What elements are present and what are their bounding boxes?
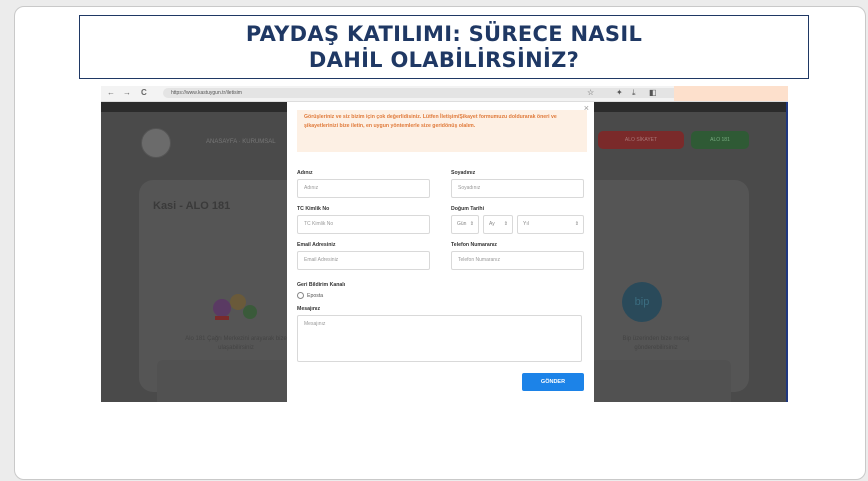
tc-label: TC Kimlik No bbox=[297, 206, 330, 212]
window-icon[interactable]: ◧ bbox=[649, 88, 657, 97]
chevron-down-icon: ⇕ bbox=[469, 221, 474, 227]
peach-highlight bbox=[674, 86, 788, 101]
slide-title: PAYDAŞ KATILIMI: SÜRECE NASIL DAHİL OLAB… bbox=[245, 22, 643, 72]
browser-toolbar: ← → C https://www.kastuygun.tr/iletisim … bbox=[101, 86, 788, 102]
back-arrow-icon[interactable]: ← bbox=[107, 88, 115, 97]
page-edge bbox=[786, 102, 788, 402]
forward-arrow-icon[interactable]: → bbox=[123, 88, 131, 97]
right-tile bbox=[591, 360, 731, 402]
star-icon[interactable]: ☆ bbox=[587, 88, 594, 97]
surname-label: Soyadınız bbox=[451, 170, 476, 176]
chevron-down-icon: ⇕ bbox=[574, 221, 579, 227]
hotline-button[interactable]: ALO 181 bbox=[691, 131, 749, 149]
birth-day-value: Gün bbox=[457, 221, 467, 227]
extension-icon[interactable]: ✦ bbox=[616, 88, 623, 97]
left-tile bbox=[157, 360, 297, 402]
channel-label: Geri Bildirim Kanalı bbox=[297, 282, 346, 288]
surname-input[interactable]: Soyadınız bbox=[451, 179, 584, 198]
phone-label: Telefon Numaranız bbox=[451, 242, 498, 248]
reload-icon[interactable]: C bbox=[141, 88, 147, 97]
address-bar[interactable]: https://www.kastuygun.tr/iletisim bbox=[163, 88, 691, 98]
birth-label: Doğum Tarihi bbox=[451, 206, 485, 212]
site-logo[interactable] bbox=[141, 128, 171, 158]
right-tile-caption: Bip üzerinden bize mesaj gönderebilirsin… bbox=[622, 336, 690, 351]
tc-input[interactable]: TC Kimlik No bbox=[297, 215, 430, 234]
email-label: Email Adresiniz bbox=[297, 242, 336, 248]
form-notice: Görüşleriniz ve siz bizim için çok değer… bbox=[297, 110, 587, 152]
birth-month-value: Ay bbox=[489, 221, 495, 227]
download-icon[interactable]: ⤓ bbox=[632, 88, 636, 98]
phone-input[interactable]: Telefon Numaranız bbox=[451, 251, 584, 270]
message-textarea[interactable]: Mesajınız bbox=[297, 315, 582, 362]
complaint-button[interactable]: ALO SİKAYET bbox=[598, 131, 684, 149]
chat-bubbles-icon bbox=[213, 294, 257, 320]
birth-day-select[interactable]: Gün ⇕ bbox=[451, 215, 479, 234]
email-input[interactable]: Email Adresiniz bbox=[297, 251, 430, 270]
embedded-screenshot: ← → C https://www.kastuygun.tr/iletisim … bbox=[101, 86, 788, 402]
message-label: Mesajınız bbox=[297, 306, 321, 312]
submit-button[interactable]: GÖNDER bbox=[522, 373, 584, 391]
site-nav-text[interactable]: ANASAYFA · KURUMSAL bbox=[206, 139, 276, 145]
channel-radio-eposta[interactable]: Eposta bbox=[297, 292, 323, 299]
birth-month-select[interactable]: Ay ⇕ bbox=[483, 215, 513, 234]
left-tile-caption: Alo 181 Çağrı Merkezini arayarak bize ul… bbox=[185, 336, 287, 351]
radio-icon bbox=[297, 292, 304, 299]
content-card-title: Kasi - ALO 181 bbox=[153, 200, 231, 212]
slide-title-box: PAYDAŞ KATILIMI: SÜRECE NASIL DAHİL OLAB… bbox=[79, 15, 809, 79]
birth-year-value: Yıl bbox=[523, 221, 529, 227]
birth-year-select[interactable]: Yıl ⇕ bbox=[517, 215, 584, 234]
contact-form-modal: × Görüşleriniz ve siz bizim için çok değ… bbox=[287, 102, 594, 402]
bip-logo-icon: bip bbox=[622, 282, 662, 322]
channel-option-label: Eposta bbox=[307, 292, 324, 299]
chevron-down-icon: ⇕ bbox=[503, 221, 508, 227]
name-label: Adınız bbox=[297, 170, 313, 176]
name-input[interactable]: Adınız bbox=[297, 179, 430, 198]
